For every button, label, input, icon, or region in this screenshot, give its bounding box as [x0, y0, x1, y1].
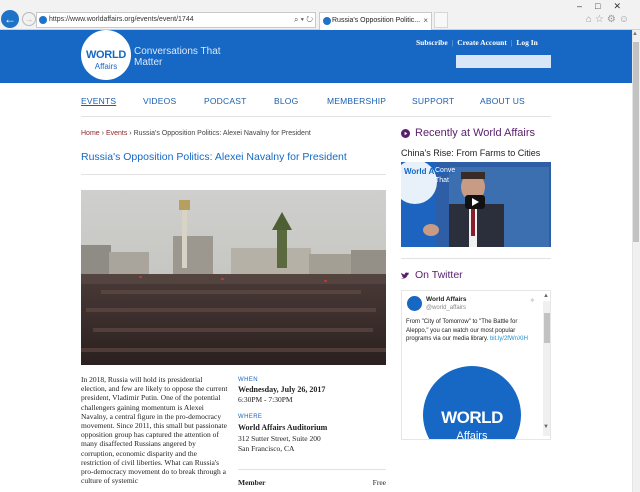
- browser-chrome: ← → https://www.worldaffairs.org/events/…: [0, 0, 640, 30]
- price-value: Free: [372, 478, 386, 487]
- tweet-media-logo[interactable]: [423, 366, 521, 439]
- venue-name: World Affairs Auditorium: [238, 423, 328, 432]
- tweet-media-logo-text: WORLD: [441, 408, 503, 427]
- nav-membership[interactable]: MEMBERSHIP: [327, 96, 386, 106]
- video-overlay-text-1: Conve: [435, 167, 456, 174]
- page-scrollbar-thumb[interactable]: [633, 42, 639, 242]
- tweet-text: From "City of Tomorrow" to "The Battle f…: [406, 318, 540, 344]
- browser-tab[interactable]: Russia's Opposition Politic... ×: [319, 12, 432, 30]
- recent-heading: Recently at World Affairs: [415, 127, 536, 139]
- breadcrumb-events[interactable]: Events: [106, 130, 127, 137]
- nav-blog[interactable]: BLOG: [274, 96, 298, 106]
- address-tools-icon[interactable]: ⌕ ▾ ↻: [294, 13, 313, 27]
- tab-favicon-icon: [323, 17, 331, 25]
- tagline: Conversations That Matter: [134, 46, 221, 68]
- twitter-heading: On Twitter: [415, 269, 463, 281]
- nav-divider: [81, 116, 551, 117]
- tab-close-icon[interactable]: ×: [423, 13, 428, 29]
- breadcrumb-current: Russia's Opposition Politics: Alexei Nav…: [133, 130, 311, 137]
- window-controls[interactable]: –□✕: [577, 1, 634, 12]
- title-divider: [81, 174, 386, 175]
- site-favicon-icon: [39, 16, 47, 24]
- page-scroll-up-icon[interactable]: ▲: [632, 31, 638, 37]
- tab-title: Russia's Opposition Politic...: [332, 17, 421, 24]
- video-overlay-text-2: That: [435, 177, 450, 184]
- tweet-handle[interactable]: @world_affairs: [426, 305, 466, 311]
- scroll-down-icon[interactable]: ▼: [543, 424, 549, 430]
- nav-videos[interactable]: VIDEOS: [143, 96, 176, 106]
- recent-video-title[interactable]: China's Rise: From Farms to Cities: [401, 148, 540, 158]
- nav-podcast[interactable]: PODCAST: [204, 96, 247, 106]
- toolbar-icons[interactable]: ⌂☆⚙☺: [586, 14, 632, 25]
- when-label: WHEN: [238, 377, 258, 383]
- site-search-input[interactable]: [456, 55, 551, 68]
- venue-address-line-1: 312 Sutter Street, Suite 200: [238, 434, 321, 443]
- subscribe-link[interactable]: Subscribe: [416, 38, 448, 47]
- play-circle-icon: [401, 129, 410, 138]
- venue-address: 312 Sutter Street, Suite 200 San Francis…: [238, 434, 321, 453]
- back-button[interactable]: ←: [1, 10, 19, 28]
- forward-arrow-icon: →: [24, 14, 34, 24]
- sidebar-divider: [401, 258, 551, 259]
- logo-affairs-text: Affairs: [94, 62, 118, 71]
- nav-support[interactable]: SUPPORT: [412, 96, 454, 106]
- nav-events[interactable]: EVENTS: [81, 96, 116, 106]
- address-url: https://www.worldaffairs.org/events/even…: [49, 16, 194, 23]
- logo-world-text: WORLD: [85, 49, 127, 61]
- price-label: Member: [238, 478, 266, 487]
- create-account-link[interactable]: Create Account: [457, 38, 507, 47]
- event-time: 6:30PM - 7:30PM: [238, 395, 293, 404]
- crowd-photo-image: [81, 190, 386, 365]
- nav-about-us[interactable]: ABOUT US: [480, 96, 525, 106]
- new-tab-button[interactable]: [434, 12, 448, 28]
- recent-video-thumbnail[interactable]: World Affairs Conve That: [401, 162, 551, 247]
- price-divider: [238, 469, 386, 470]
- back-arrow-icon: ←: [4, 12, 16, 26]
- forward-button[interactable]: →: [22, 12, 36, 26]
- breadcrumb: Home › Events › Russia's Opposition Poli…: [81, 130, 311, 137]
- tweet-avatar[interactable]: [407, 296, 422, 311]
- address-bar[interactable]: https://www.worldaffairs.org/events/even…: [36, 12, 316, 28]
- breadcrumb-separator: ›: [129, 130, 132, 137]
- twitter-scrollbar-thumb[interactable]: [544, 313, 550, 343]
- page-title: Russia's Opposition Politics: Alexei Nav…: [81, 151, 347, 163]
- scroll-up-icon[interactable]: ▲: [543, 293, 549, 299]
- twitter-feed[interactable]: World Affairs @world_affairs ✦ From "Cit…: [401, 290, 551, 440]
- event-photo: [81, 190, 386, 365]
- account-links: Subscribe | Create Account | Log In: [416, 38, 538, 47]
- venue-address-line-2: San Francisco, CA: [238, 443, 295, 453]
- site-header: WORLD Affairs Conversations That Matter …: [0, 30, 632, 83]
- breadcrumb-separator: ›: [101, 130, 104, 137]
- event-date: Wednesday, July 26, 2017: [238, 385, 326, 394]
- tweet-media-logo-subtext: Affairs: [456, 430, 488, 440]
- event-description: In 2018, Russia will hold its presidenti…: [81, 375, 228, 486]
- twitter-bird-icon: [401, 272, 410, 279]
- login-link[interactable]: Log In: [516, 38, 537, 47]
- breadcrumb-home[interactable]: Home: [81, 130, 100, 137]
- tweet-link[interactable]: bit.ly/2fWnXIH: [490, 336, 528, 342]
- where-label: WHERE: [238, 414, 263, 420]
- tweet-author[interactable]: World Affairs: [426, 296, 466, 303]
- tweet-bird-icon: ✦: [529, 296, 536, 305]
